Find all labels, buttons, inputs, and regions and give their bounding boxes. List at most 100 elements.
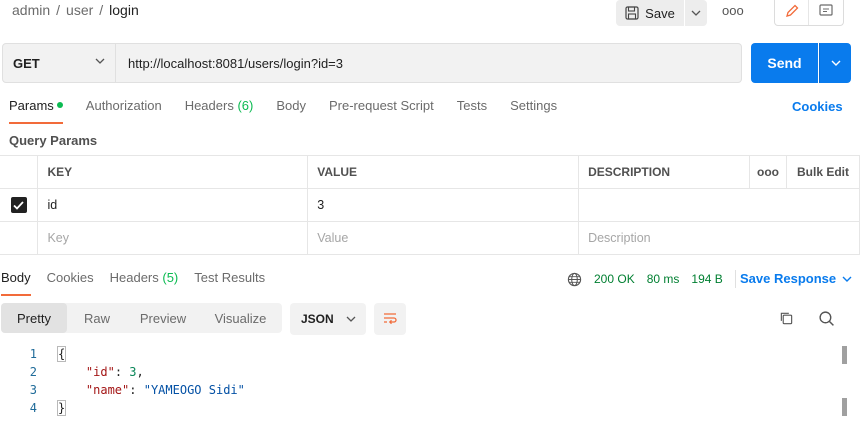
column-header-value: VALUE xyxy=(307,155,580,189)
line-number: 4 xyxy=(29,401,37,415)
json-key: "id" xyxy=(85,365,115,379)
tab-response-body[interactable]: Body xyxy=(1,270,31,296)
globe-icon[interactable] xyxy=(567,272,582,287)
save-response-label: Save Response xyxy=(740,271,837,286)
status-code[interactable]: 200 OK xyxy=(594,272,635,286)
code-text: } xyxy=(37,399,67,417)
breadcrumb-current[interactable]: login xyxy=(109,2,139,18)
breadcrumb-separator: / xyxy=(56,2,61,18)
tab-response-headers-label: Headers xyxy=(109,270,159,285)
save-options-button[interactable] xyxy=(685,0,707,26)
save-button-label: Save xyxy=(645,5,675,21)
tab-params-label: Params xyxy=(9,98,54,113)
code-line: 3 "name": "YAMEOGO Sidi" xyxy=(0,381,840,399)
tab-visualize[interactable]: Visualize xyxy=(199,303,282,333)
response-time[interactable]: 80 ms xyxy=(647,272,680,286)
response-tabs: Body Cookies Headers (5) Test Results xyxy=(1,270,281,296)
tab-preview[interactable]: Preview xyxy=(127,303,199,333)
new-param-key-input[interactable]: Key xyxy=(37,221,309,255)
open-brace: { xyxy=(57,346,67,362)
breadcrumb: admin / user / login xyxy=(12,2,139,18)
format-select[interactable]: JSON xyxy=(290,303,366,335)
code-line: 2 "id": 3, xyxy=(0,363,840,381)
cookies-link[interactable]: Cookies xyxy=(792,99,843,114)
code-line: 1 { xyxy=(0,345,840,363)
save-response-button[interactable]: Save Response xyxy=(740,271,852,286)
table-row-new: Key Value Description xyxy=(0,221,860,255)
tab-response-headers[interactable]: Headers (5) xyxy=(110,270,179,296)
response-body-viewer[interactable]: 1 { 2 "id": 3, 3 "name": "YAMEOGO Sidi" … xyxy=(0,345,840,417)
json-comma: , xyxy=(136,365,144,379)
tab-headers[interactable]: Headers (6) xyxy=(185,98,254,124)
param-key-cell[interactable]: id xyxy=(37,188,309,222)
pencil-icon xyxy=(785,4,798,17)
vertical-scrollbar-lower[interactable] xyxy=(842,398,847,416)
tab-settings[interactable]: Settings xyxy=(510,98,557,124)
new-param-description-input[interactable]: Description xyxy=(578,221,860,255)
wrap-lines-button[interactable] xyxy=(374,303,406,335)
save-button[interactable]: Save xyxy=(616,0,684,26)
line-number: 1 xyxy=(29,347,37,361)
tab-pre-request-script[interactable]: Pre-request Script xyxy=(329,98,434,124)
more-options-button[interactable]: ooo xyxy=(722,3,744,18)
json-value: "YAMEOGO Sidi" xyxy=(143,383,245,397)
tab-tests[interactable]: Tests xyxy=(457,98,487,124)
breadcrumb-item-admin[interactable]: admin xyxy=(12,2,50,18)
tab-test-results[interactable]: Test Results xyxy=(194,270,265,296)
method-select[interactable]: GET xyxy=(2,43,116,83)
json-value: 3 xyxy=(129,365,137,379)
close-brace: } xyxy=(57,400,67,416)
url-value: http://localhost:8081/users/login?id=3 xyxy=(128,55,344,71)
save-icon xyxy=(625,6,639,20)
param-description-cell[interactable] xyxy=(578,188,860,222)
query-params-table: KEY VALUE DESCRIPTION ooo Bulk Edit id 3… xyxy=(0,155,860,255)
line-number: 3 xyxy=(29,383,37,397)
method-value: GET xyxy=(13,55,40,71)
copy-icon[interactable] xyxy=(779,311,794,326)
code-text: { xyxy=(37,345,67,363)
vertical-scrollbar[interactable] xyxy=(842,346,847,364)
request-tabs: Params Authorization Headers (6) Body Pr… xyxy=(9,98,580,124)
param-checkbox-cell xyxy=(0,188,39,222)
headers-count: (6) xyxy=(237,98,254,113)
column-header-description: DESCRIPTION xyxy=(578,155,751,189)
json-colon: : xyxy=(114,365,130,379)
response-status-bar: 200 OK 80 ms 194 B xyxy=(567,270,736,288)
json-key: "name" xyxy=(85,383,130,397)
breadcrumb-separator: / xyxy=(99,2,104,18)
search-icon[interactable] xyxy=(818,310,835,327)
top-bar: admin / user / login Save ooo xyxy=(0,0,862,32)
column-options-button[interactable]: ooo xyxy=(749,155,787,189)
divider xyxy=(734,270,736,288)
chevron-down-icon xyxy=(346,316,356,322)
documentation-button[interactable] xyxy=(809,0,843,25)
new-param-value-input[interactable]: Value xyxy=(307,221,580,255)
breadcrumb-item-user[interactable]: user xyxy=(66,2,93,18)
chevron-down-icon xyxy=(842,276,852,282)
send-options-button[interactable] xyxy=(819,43,851,83)
tab-body[interactable]: Body xyxy=(276,98,306,124)
send-button[interactable]: Send xyxy=(751,43,818,83)
tab-raw[interactable]: Raw xyxy=(67,303,127,333)
edit-button[interactable] xyxy=(775,0,810,25)
tab-headers-label: Headers xyxy=(184,98,234,113)
comment-icon xyxy=(819,3,833,16)
tab-pretty[interactable]: Pretty xyxy=(1,303,67,333)
code-text: "name": "YAMEOGO Sidi" xyxy=(37,381,245,399)
url-input[interactable]: http://localhost:8081/users/login?id=3 xyxy=(116,43,742,83)
view-mode-tabs: Pretty Raw Preview Visualize xyxy=(1,303,282,333)
bulk-edit-button[interactable]: Bulk Edit xyxy=(786,155,860,189)
table-header-row: KEY VALUE DESCRIPTION ooo Bulk Edit xyxy=(0,155,860,189)
tab-params[interactable]: Params xyxy=(9,98,63,124)
new-param-checkbox-cell xyxy=(0,221,39,255)
tab-authorization[interactable]: Authorization xyxy=(86,98,162,124)
table-row: id 3 xyxy=(0,188,860,222)
response-size[interactable]: 194 B xyxy=(691,272,722,286)
line-number: 2 xyxy=(29,365,37,379)
param-checkbox[interactable] xyxy=(10,197,27,213)
right-panel-toggle xyxy=(774,0,844,26)
checkmark-icon xyxy=(13,200,24,210)
param-value-cell[interactable]: 3 xyxy=(307,188,580,222)
column-header-key: KEY xyxy=(37,155,309,189)
tab-response-cookies[interactable]: Cookies xyxy=(47,270,94,296)
